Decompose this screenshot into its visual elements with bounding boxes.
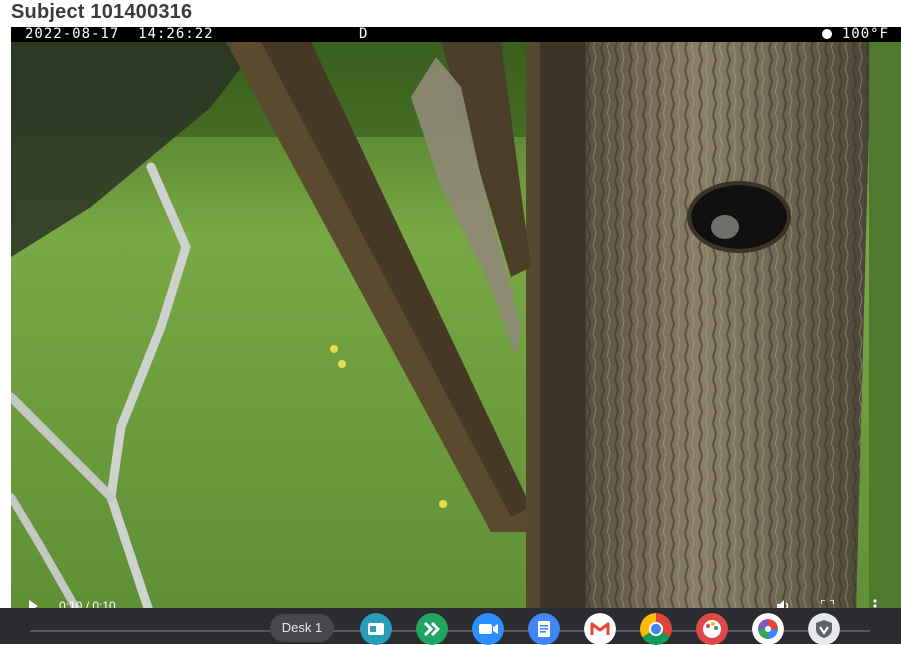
zoom-video-icon[interactable] (472, 613, 504, 645)
chrome-icon[interactable] (640, 613, 672, 645)
camera-info-bar: 2022-08-17 14:26:22 D 100°F (11, 27, 901, 42)
page-title: Subject 101400316 (11, 1, 193, 23)
video-frame-image (11, 27, 901, 617)
shelf-divider (30, 630, 870, 632)
camera-mode: D (359, 27, 369, 42)
temperature-readout: 100°F (821, 27, 889, 42)
os-shelf: Desk 1 (0, 608, 901, 645)
palette-icon[interactable] (696, 613, 728, 645)
shield-vpn-icon[interactable] (808, 613, 840, 645)
photos-app-icon[interactable] (752, 613, 784, 645)
timestamp: 2022-08-17 14:26:22 (25, 27, 214, 42)
desk-switcher-button[interactable]: Desk 1 (270, 614, 334, 642)
temperature-value: 100°F (841, 27, 889, 42)
remote-desktop-icon[interactable] (416, 613, 448, 645)
docs-icon[interactable] (528, 613, 560, 645)
trail-camera-video[interactable]: 2022-08-17 14:26:22 D 100°F 0:10 / 0:10 (11, 27, 901, 617)
moon-phase-icon (821, 29, 832, 39)
news-app-icon[interactable] (360, 613, 392, 645)
gmail-icon[interactable] (584, 613, 616, 645)
